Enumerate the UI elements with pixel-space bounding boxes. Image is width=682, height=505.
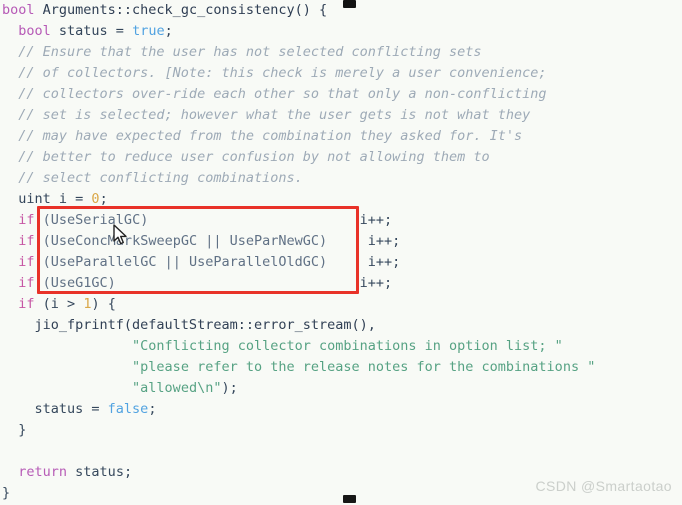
keyword-if: if xyxy=(18,233,35,249)
keyword-bool: bool xyxy=(18,23,51,39)
increment: i++; xyxy=(367,233,401,249)
assignment: i = xyxy=(50,191,92,207)
code-line-4-comment: // of collectors. [Note: this check is m… xyxy=(2,65,547,81)
code-line-9-comment: // select conflicting combinations. xyxy=(2,170,303,186)
open-brace: ) { xyxy=(91,296,116,312)
highlight-rectangle xyxy=(37,206,359,294)
code-line-21-close-brace: } xyxy=(2,422,27,438)
function-signature: Arguments::check_gc_consistency() { xyxy=(34,2,328,18)
increment: i++; xyxy=(367,254,401,270)
keyword-if: if xyxy=(18,254,35,270)
string-literal-please-refer: "please refer to the release notes for t… xyxy=(132,359,596,375)
code-line-2: bool status = true; xyxy=(0,21,682,42)
black-marker-top xyxy=(343,0,356,8)
code-line-5-comment: // collectors over-ride each other so th… xyxy=(2,86,547,102)
code-line-1: bool Arguments::check_gc_consistency() { xyxy=(0,0,682,21)
code-line-7-comment: // may have expected from the combinatio… xyxy=(2,128,523,144)
keyword-return: return xyxy=(18,464,68,480)
code-line-16-call: jio_fprintf(defaultStream::error_stream(… xyxy=(2,317,376,333)
string-literal-allowed: "allowed\n" xyxy=(132,380,222,396)
increment: i++; xyxy=(359,212,393,228)
code-screenshot: bool Arguments::check_gc_consistency() {… xyxy=(0,0,682,505)
code-line-20: status = false; xyxy=(0,399,682,420)
code-line-8-comment: // better to reduce user confusion by no… xyxy=(2,149,490,165)
csdn-watermark: CSDN @Smartaotao xyxy=(535,478,672,494)
literal-false: false xyxy=(107,401,149,417)
keyword-bool: bool xyxy=(2,2,35,18)
keyword-if: if xyxy=(18,212,35,228)
keyword-if: if xyxy=(18,296,35,312)
assignment: status = xyxy=(34,401,108,417)
code-line-18: "please refer to the release notes for t… xyxy=(0,357,682,378)
semicolon: ; xyxy=(148,401,157,417)
type-uint: uint xyxy=(18,191,51,207)
code-line-3-comment: // Ensure that the user has not selected… xyxy=(2,44,482,60)
comparison: (i > xyxy=(34,296,84,312)
string-literal-conflicting: "Conflicting collector combinations in o… xyxy=(132,338,563,354)
assignment: status = xyxy=(50,23,133,39)
return-value: status; xyxy=(67,464,133,480)
code-line-19: "allowed\n"); xyxy=(0,378,682,399)
code-line-22-blank xyxy=(0,441,682,462)
increment: i++; xyxy=(359,275,393,291)
code-line-6-comment: // set is selected; however what the use… xyxy=(2,107,531,123)
black-marker-bottom xyxy=(343,495,356,503)
keyword-if: if xyxy=(18,275,35,291)
semicolon: ; xyxy=(164,23,173,39)
literal-true: true xyxy=(132,23,165,39)
semicolon: ; xyxy=(99,191,108,207)
code-line-15: if (i > 1) { xyxy=(0,294,682,315)
code-line-17: "Conflicting collector combinations in o… xyxy=(0,336,682,357)
close-paren: ); xyxy=(221,380,238,396)
number-zero: 0 xyxy=(91,191,100,207)
